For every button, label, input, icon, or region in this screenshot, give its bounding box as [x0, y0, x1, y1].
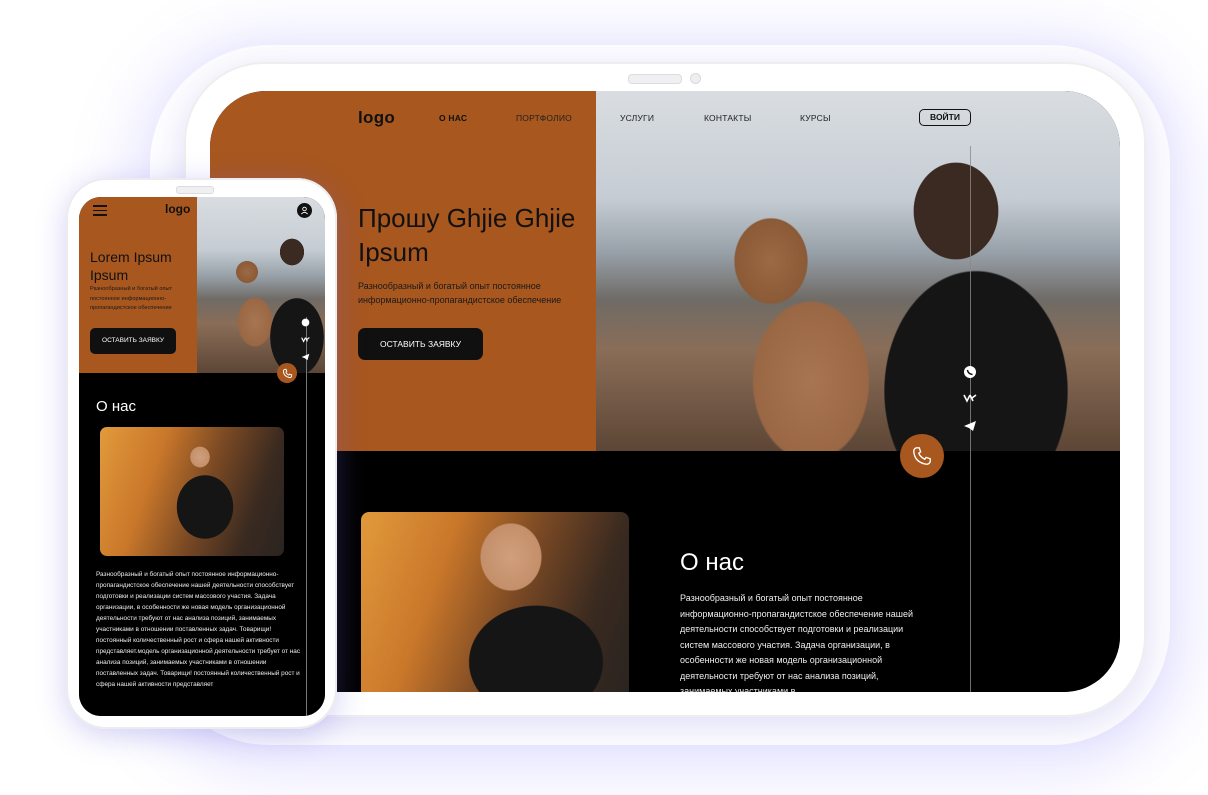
nav-item-about[interactable]: О НАС	[439, 113, 467, 123]
mobile-hero-title: Lorem Ipsum Ipsum	[90, 249, 172, 283]
phone-call-button[interactable]	[900, 434, 944, 478]
mobile-vk-icon[interactable]	[299, 336, 311, 348]
mobile-phone-icon	[282, 368, 292, 378]
about-text: Разнообразный и богатый опыт постоянное …	[680, 593, 913, 692]
hero-title: Прошу Ghjie Ghjie Ipsum	[358, 203, 576, 267]
telegram-icon[interactable]	[962, 420, 978, 436]
phone-speaker	[176, 186, 214, 194]
nav-item-contacts[interactable]: КОНТАКТЫ	[704, 113, 751, 123]
about-section	[210, 451, 1120, 692]
user-icon[interactable]	[297, 203, 312, 218]
mobile-about-title: О нас	[96, 398, 136, 415]
phone-screen: logo Lorem Ipsum Ipsum Разнообразный и б…	[79, 197, 325, 716]
mobile-about-photo	[100, 427, 284, 556]
mobile-telegram-icon[interactable]	[299, 353, 311, 365]
login-button[interactable]: ВОЙТИ	[919, 109, 971, 126]
about-photo-man-with-dog	[361, 512, 629, 692]
mobile-hero-cta-button[interactable]: ОСТАВИТЬ ЗАЯВКУ	[90, 328, 176, 354]
whatsapp-icon[interactable]	[962, 365, 978, 381]
hero-photo-man-with-dog	[596, 91, 1120, 451]
tablet-screen: logo О НАС ПОРТФОЛИО УСЛУГИ КОНТАКТЫ КУР…	[210, 91, 1120, 692]
hamburger-menu-icon[interactable]	[93, 205, 107, 216]
tablet-speaker	[628, 74, 682, 84]
mobile-whatsapp-icon[interactable]	[299, 318, 311, 330]
mobile-logo[interactable]: logo	[165, 202, 190, 216]
nav-item-portfolio[interactable]: ПОРТФОЛИО	[516, 113, 572, 123]
mobile-vertical-divider	[306, 317, 307, 716]
nav-item-services[interactable]: УСЛУГИ	[620, 113, 654, 123]
tablet-camera	[690, 73, 701, 84]
phone-icon	[913, 447, 931, 465]
about-title: О нас	[680, 549, 744, 576]
hero-description: Разнообразный и богатый опыт постоянное …	[358, 281, 562, 305]
mobile-about-text: Разнообразный и богатый опыт постоянное …	[96, 571, 301, 688]
mobile-phone-call-button[interactable]	[277, 363, 297, 383]
nav-item-courses[interactable]: КУРСЫ	[800, 113, 831, 123]
vk-icon[interactable]	[962, 393, 978, 409]
hero-cta-button[interactable]: ОСТАВИТЬ ЗАЯВКУ	[358, 328, 483, 360]
mobile-hero-description: Разнообразный и богатый опыт постоянное …	[90, 286, 173, 311]
logo[interactable]: logo	[358, 108, 395, 128]
vertical-divider	[970, 146, 971, 692]
